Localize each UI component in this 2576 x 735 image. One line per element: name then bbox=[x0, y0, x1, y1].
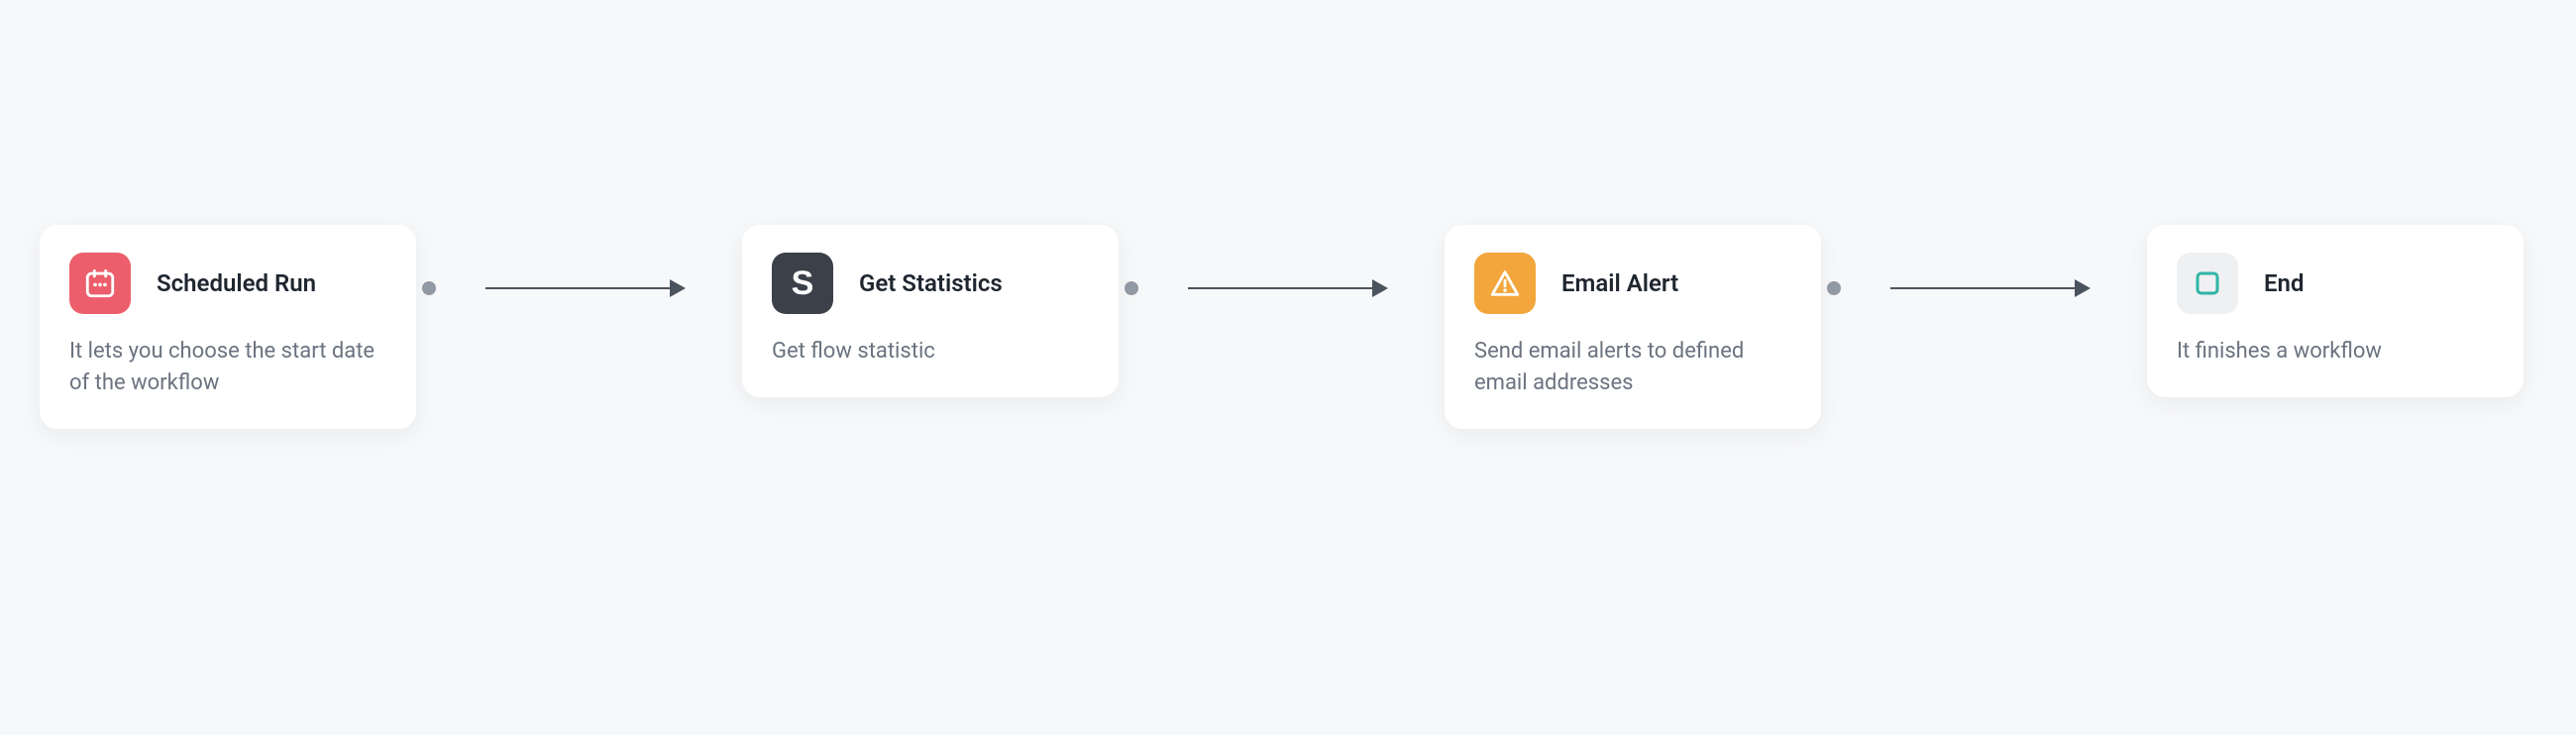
node-title: End bbox=[2264, 269, 2304, 297]
node-title: Email Alert bbox=[1561, 269, 1678, 297]
connector-dot bbox=[1827, 281, 1841, 295]
calendar-icon bbox=[69, 253, 131, 314]
arrow bbox=[1890, 287, 2089, 289]
node-description: Get flow statistic bbox=[772, 336, 1089, 368]
warning-icon bbox=[1474, 253, 1536, 314]
connector-dot bbox=[1125, 281, 1138, 295]
arrow bbox=[485, 287, 684, 289]
node-description: It finishes a workflow bbox=[2177, 336, 2494, 368]
arrow bbox=[1188, 287, 1386, 289]
node-header: Email Alert bbox=[1474, 253, 1791, 314]
node-end[interactable]: End It finishes a workflow bbox=[2147, 225, 2523, 397]
node-title: Get Statistics bbox=[859, 269, 1003, 297]
s-letter-icon: S bbox=[772, 253, 833, 314]
node-email-alert[interactable]: Email Alert Send email alerts to defined… bbox=[1445, 225, 1821, 429]
node-header: S Get Statistics bbox=[772, 253, 1089, 314]
node-scheduled-run[interactable]: Scheduled Run It lets you choose the sta… bbox=[40, 225, 416, 429]
node-get-statistics[interactable]: S Get Statistics Get flow statistic bbox=[742, 225, 1119, 397]
node-description: Send email alerts to defined email addre… bbox=[1474, 336, 1791, 399]
node-title: Scheduled Run bbox=[157, 269, 316, 297]
workflow-canvas: Scheduled Run It lets you choose the sta… bbox=[0, 0, 2576, 735]
node-description: It lets you choose the start date of the… bbox=[69, 336, 386, 399]
node-header: End bbox=[2177, 253, 2494, 314]
node-header: Scheduled Run bbox=[69, 253, 386, 314]
connector-dot bbox=[422, 281, 436, 295]
square-icon bbox=[2177, 253, 2238, 314]
